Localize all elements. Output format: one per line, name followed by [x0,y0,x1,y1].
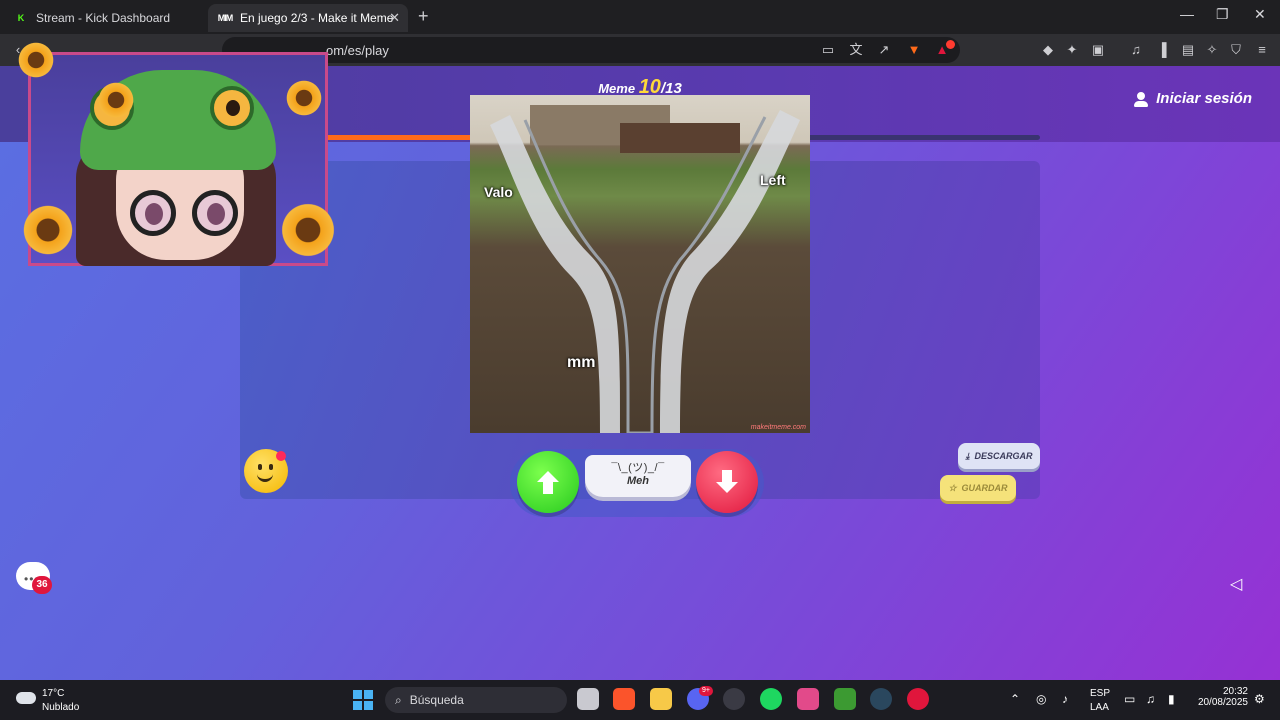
download-icon: ⤓ [965,450,970,461]
clock-date: 20/08/2025 [1197,697,1248,708]
upvote-button[interactable] [517,451,579,513]
leo-ai-icon[interactable]: ✧ [1204,42,1220,58]
sunflower [284,78,324,118]
make-it-meme-icon: MIM [217,13,234,23]
discord-badge: 9+ [699,686,713,696]
display-icon[interactable]: ▭ [1124,692,1135,706]
game-app-icon[interactable] [907,688,929,710]
meh-label: Meh [627,475,649,487]
user-icon [1134,91,1149,107]
app-icon[interactable] [797,688,819,710]
heart-icon [276,451,286,461]
cloud-icon [16,692,36,704]
arrow-up-icon [537,471,559,494]
weather-temp: 17°C [42,688,65,699]
battery-icon[interactable]: ▮ [1168,692,1175,706]
shrug-face: ¯\_(ツ)_/¯ [611,462,665,474]
tab-title: Stream - Kick Dashboard [36,11,171,25]
login-button[interactable]: Iniciar sesión [1134,90,1252,107]
downvote-button[interactable] [696,451,758,513]
windows-taskbar: 17°C Nublado ⌕ Búsqueda 9+ ⌃ ◎ ♪ ESP LAA… [0,680,1280,720]
browser-tab-bar: K Stream - Kick Dashboard MIM En juego 2… [0,0,1280,34]
sunflower [278,200,338,260]
sunflower [16,40,56,80]
spotify-icon[interactable] [760,688,782,710]
login-label: Iniciar sesión [1156,90,1252,107]
emoji-eye [258,464,262,470]
meh-button[interactable]: ¯\_(ツ)_/¯ Meh [585,455,691,497]
meme-word: Meme [598,81,636,96]
cast-icon[interactable]: ▭ [820,42,836,58]
weather-desc: Nublado [42,702,80,713]
maximize-button[interactable]: ❐ [1216,6,1229,23]
emoji-mouth [257,474,273,482]
volume-icon[interactable]: ♫ [1146,692,1155,706]
tab-kick-dashboard[interactable]: K Stream - Kick Dashboard [4,4,204,32]
save-button[interactable]: ☆ GUARDAR [940,475,1016,501]
brave-icon[interactable]: ▼ [906,42,922,58]
wallet-icon[interactable]: ▤ [1180,42,1196,58]
notification-icon[interactable]: ⚙ [1254,692,1265,706]
new-tab-button[interactable]: + [418,6,429,27]
taskbar-clock[interactable]: 20:32 20/08/2025 [1192,686,1248,708]
meme-label-left: Valo [484,184,513,200]
mic-icon[interactable]: ♪ [1062,692,1068,706]
chat-count-badge: 36 [32,576,52,594]
download-button[interactable]: ⤓ DESCARGAR [958,443,1040,469]
search-placeholder: Búsqueda [409,693,464,707]
arrow-down-icon [716,470,738,493]
meme-label-right: Left [760,172,786,188]
slide-illustration [490,105,800,433]
mute-icon[interactable]: ◁ [1230,574,1242,594]
menu-icon[interactable]: ≡ [1254,42,1270,58]
lang-bottom[interactable]: LAA [1090,702,1109,713]
tab-title: En juego 2/3 - Make it Meme [240,11,394,25]
media-icon[interactable]: ♫ [1128,42,1144,58]
avatar-glasses-left [130,190,176,236]
meme-image: Valo Left mm makeitmeme.com [470,95,810,433]
search-icon: ⌕ [395,692,402,707]
meme-watermark: makeitmeme.com [750,424,806,431]
save-label: GUARDAR [961,483,1008,493]
clock-time: 20:32 [1222,686,1248,697]
chevron-up-icon[interactable]: ⌃ [1010,692,1020,706]
extensions-icon[interactable]: ✦ [1064,42,1080,58]
close-tab-icon[interactable]: ✕ [389,10,400,26]
steam-icon[interactable] [870,688,892,710]
share-icon[interactable]: ↗ [876,42,892,58]
download-label: DESCARGAR [974,451,1033,461]
streamer-overlay [16,40,340,276]
brave-taskbar-icon[interactable] [613,688,635,710]
rewards-badge [946,40,955,49]
sunflower [96,80,136,120]
vpn-icon[interactable]: ◆ [1040,42,1056,58]
minimize-button[interactable]: — [1180,6,1194,22]
close-window-button[interactable]: ✕ [1254,6,1266,23]
star-icon: ☆ [948,482,957,493]
meme-label-bottom: mm [567,354,596,371]
shield-icon[interactable]: ⛉ [1228,42,1244,58]
file-explorer-icon[interactable] [650,688,672,710]
minecraft-icon[interactable] [834,688,856,710]
emoji-reaction-button[interactable] [244,449,288,493]
taskbar-search[interactable]: ⌕ Búsqueda [385,687,567,713]
frog-eye [210,86,254,130]
sunflower [20,202,76,258]
windows-start-icon[interactable] [353,690,373,710]
avatar-glasses-right [192,190,238,236]
kick-icon: K [14,11,28,25]
obs-icon[interactable] [723,688,745,710]
emoji-eye [269,464,273,470]
lang-top[interactable]: ESP [1090,688,1110,699]
sync-icon[interactable]: ◎ [1036,692,1046,706]
sidebar-icon[interactable]: ▐ [1154,42,1170,58]
translate-icon[interactable]: 文 [848,42,864,58]
chat-button[interactable]: ••• 36 [16,562,52,596]
task-view-icon[interactable] [577,688,599,710]
screenshot-icon[interactable]: ▣ [1090,42,1106,58]
tab-make-it-meme[interactable]: MIM En juego 2/3 - Make it Meme ✕ [208,4,408,32]
